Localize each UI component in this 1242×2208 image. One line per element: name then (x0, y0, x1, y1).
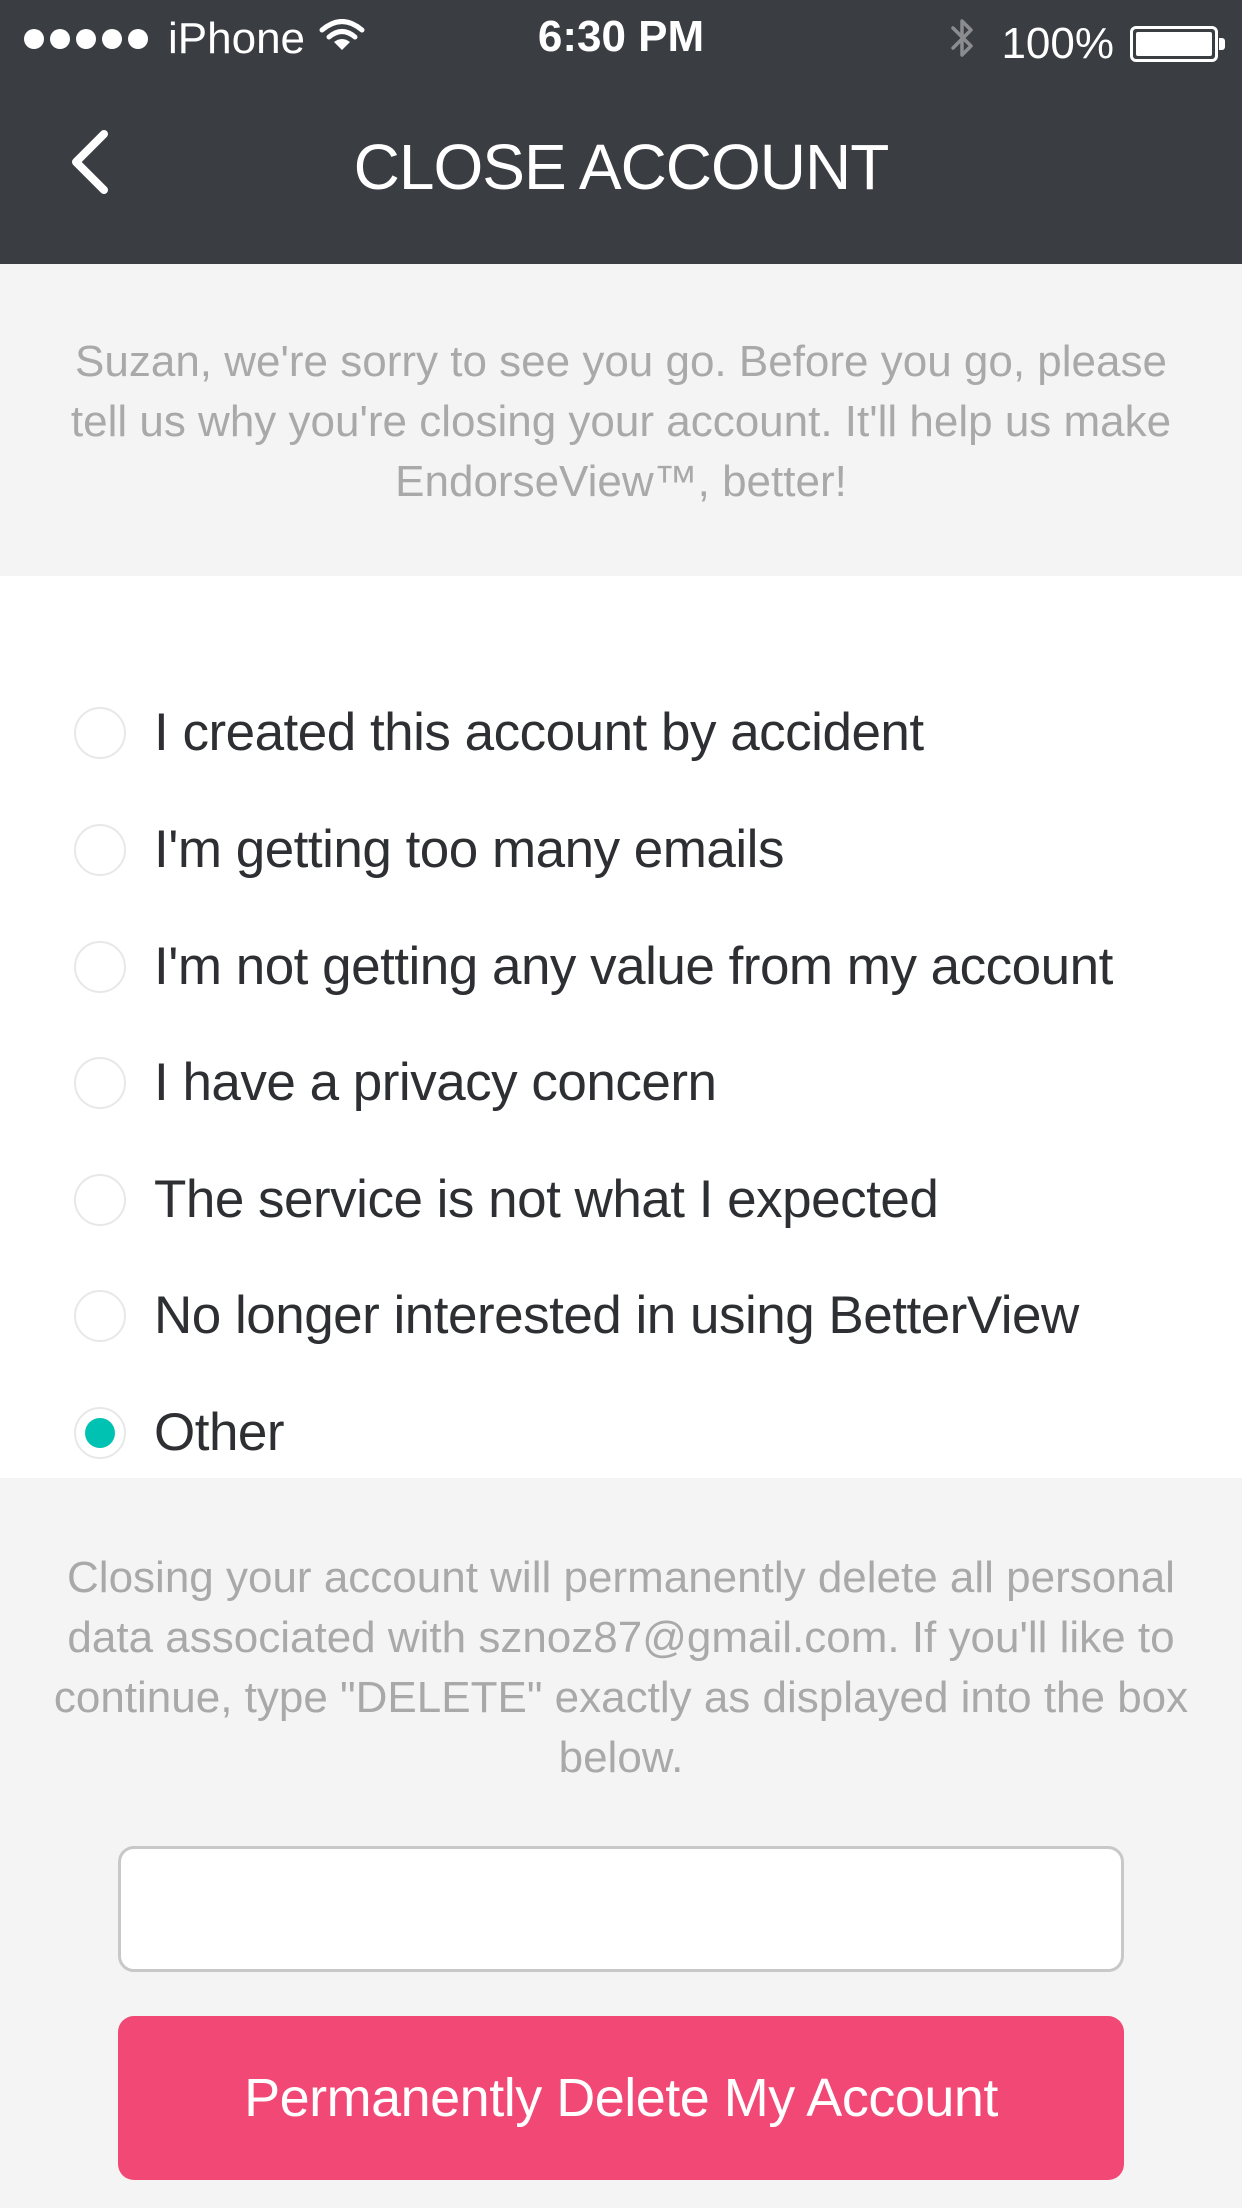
header: iPhone 6:30 PM 100% CLOSE ACCOUNT (0, 0, 1242, 264)
reason-label: I have a privacy concern (154, 1053, 717, 1112)
reason-option[interactable]: No longer interested in using BetterView (0, 1266, 1242, 1366)
reason-option[interactable]: The service is not what I expected (0, 1150, 1242, 1250)
radio-button[interactable] (74, 824, 126, 876)
reason-option[interactable]: I'm not getting any value from my accoun… (0, 917, 1242, 1017)
confirm-section: Closing your account will permanently de… (0, 1478, 1242, 2208)
delete-confirm-input[interactable] (118, 1846, 1124, 1972)
status-right: 100% (949, 14, 1225, 73)
reason-label: Other (154, 1403, 285, 1462)
radio-button[interactable] (74, 1290, 126, 1342)
battery-percent: 100% (1001, 18, 1114, 68)
intro-message: Suzan, we're sorry to see you go. Before… (70, 337, 1172, 506)
radio-button-selected[interactable] (74, 1407, 126, 1459)
reason-option[interactable]: I have a privacy concern (0, 1033, 1242, 1133)
radio-button[interactable] (74, 1057, 126, 1109)
reason-label: I created this account by accident (154, 703, 924, 762)
radio-button[interactable] (74, 941, 126, 993)
reason-option[interactable]: I'm getting too many emails (0, 800, 1242, 900)
reason-label: I'm getting too many emails (154, 820, 784, 879)
reason-label: No longer interested in using BetterView (154, 1286, 1079, 1345)
page-title: CLOSE ACCOUNT (353, 131, 890, 203)
reason-option[interactable]: I created this account by accident (0, 683, 1242, 783)
status-bar: iPhone 6:30 PM 100% (0, 0, 1242, 80)
radio-button[interactable] (74, 1174, 126, 1226)
delete-account-button[interactable]: Permanently Delete My Account (118, 2016, 1124, 2180)
delete-warning-text: Closing your account will permanently de… (53, 1553, 1189, 1782)
reasons-list: I created this account by accident I'm g… (0, 576, 1242, 1478)
reason-label: The service is not what I expected (154, 1170, 939, 1229)
intro-section: Suzan, we're sorry to see you go. Before… (0, 264, 1242, 576)
radio-button[interactable] (74, 707, 126, 759)
bluetooth-icon (949, 14, 977, 73)
reason-label: I'm not getting any value from my accoun… (154, 937, 1113, 996)
reason-option[interactable]: Other (0, 1383, 1242, 1483)
battery-icon (1130, 25, 1225, 62)
